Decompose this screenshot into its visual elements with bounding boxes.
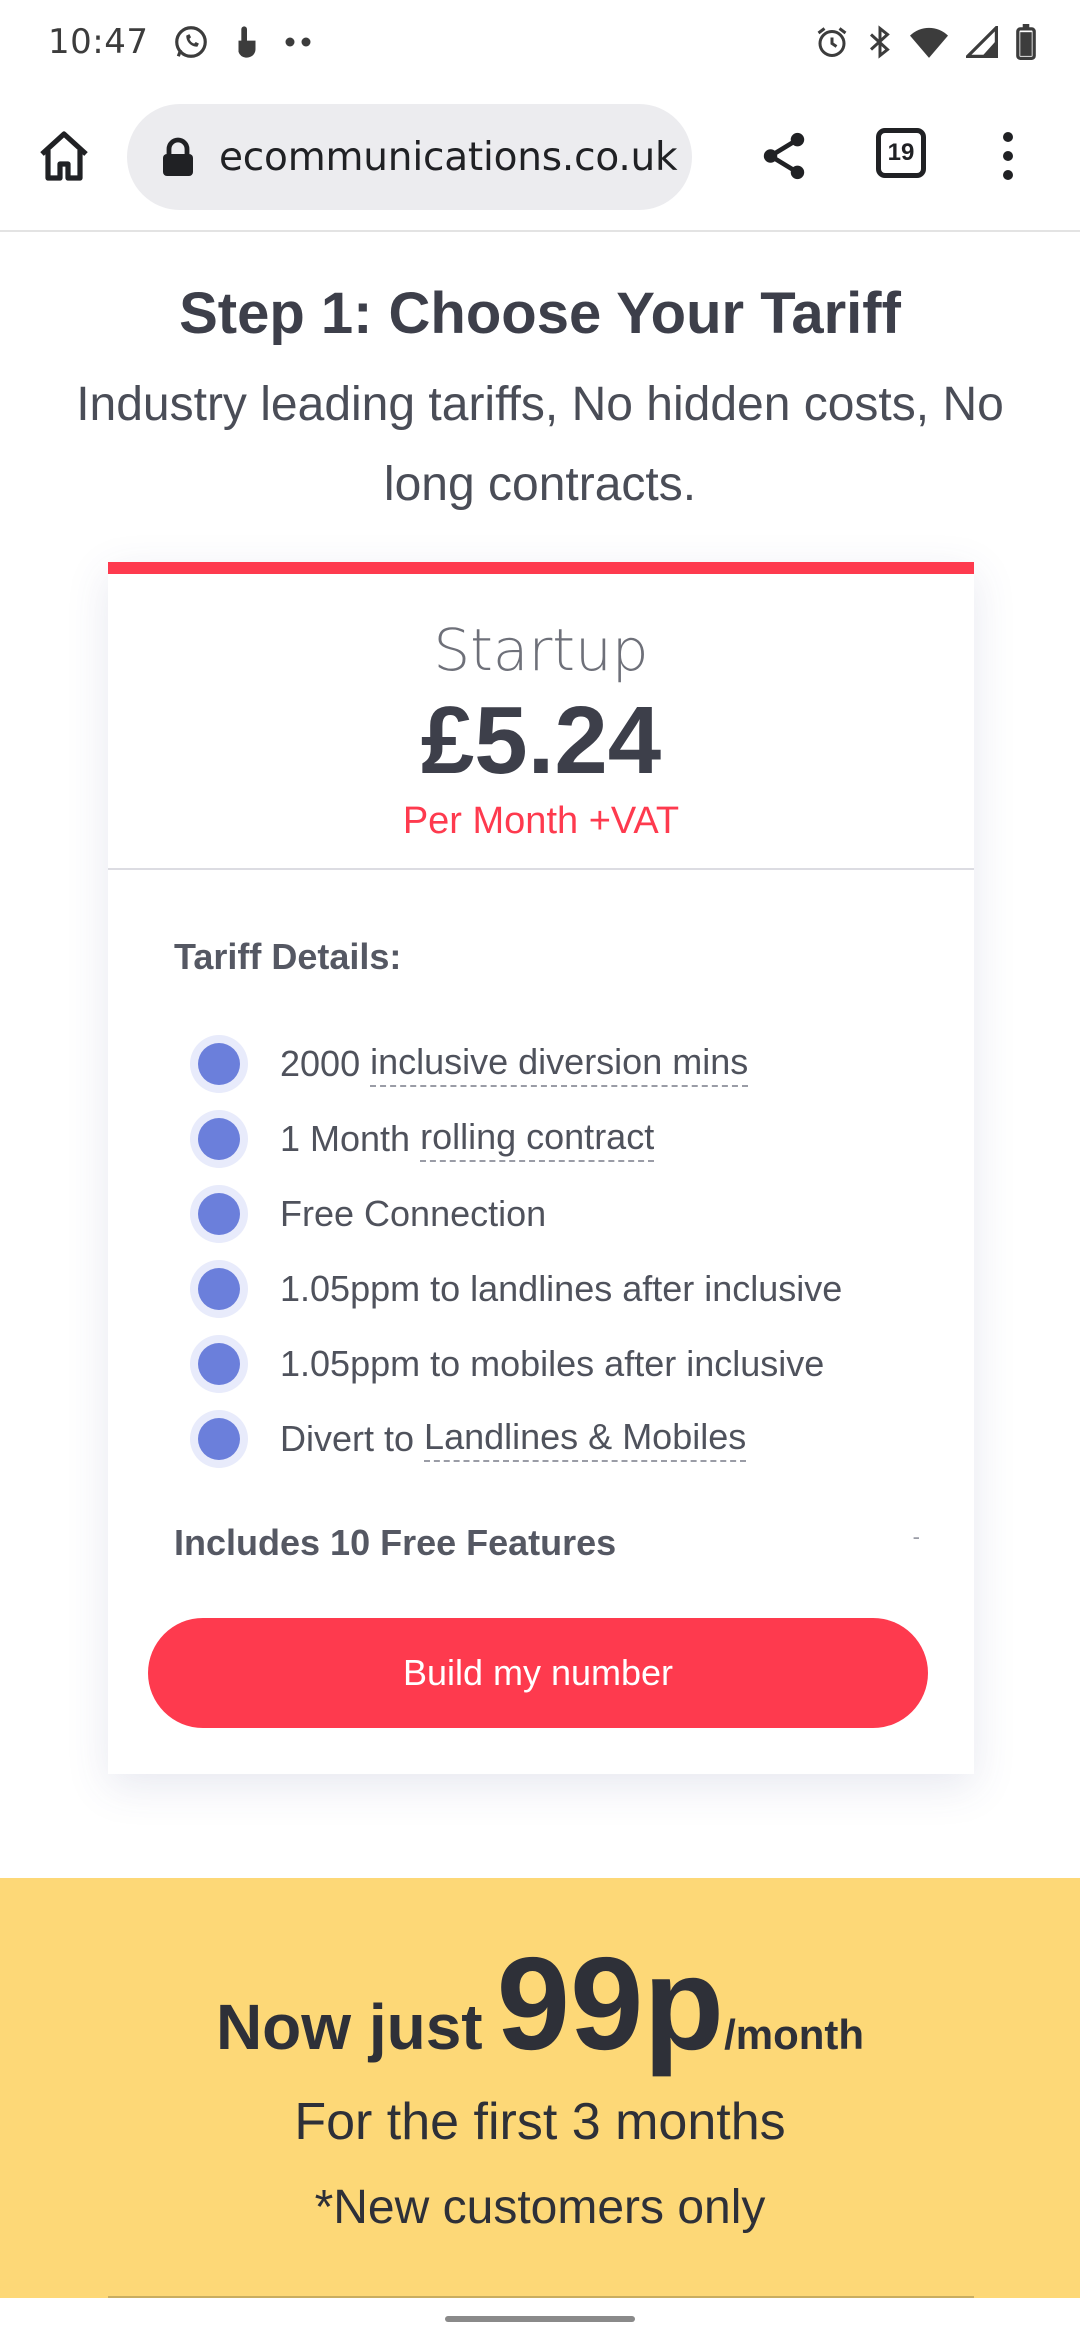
promo-headline: Now just 99p /month [0, 1928, 1080, 2077]
promo-price: 99p [496, 1930, 725, 2077]
bullet-icon [190, 1034, 248, 1093]
bullet-icon [190, 1334, 248, 1393]
home-button[interactable] [32, 124, 96, 188]
feature-list: 2000 inclusive diversion mins 1 Month ro… [190, 1026, 842, 1476]
tab-switcher-button[interactable]: 19 [876, 128, 926, 178]
signal-icon [966, 26, 998, 58]
feature-tooltip-link[interactable]: Landlines & Mobiles [424, 1416, 747, 1462]
tab-count: 19 [887, 139, 915, 166]
menu-dot [1003, 170, 1013, 180]
promo-prefix: Now just [215, 1991, 483, 2063]
status-time: 10:47 [48, 22, 149, 62]
feature-item: Divert to Landlines & Mobiles [190, 1401, 842, 1476]
tariff-details-label: Tariff Details: [174, 936, 402, 977]
share-button[interactable] [752, 124, 816, 188]
url-text: ecommunications.co.uk [219, 134, 678, 180]
feature-text: Divert to [280, 1417, 425, 1459]
feature-item: 1.05ppm to mobiles after inclusive [190, 1326, 842, 1401]
lock-icon [163, 137, 193, 176]
menu-dot [1003, 151, 1013, 161]
feature-text: 2000 [280, 1042, 371, 1084]
gesture-nav-handle[interactable] [445, 2316, 635, 2322]
collapse-icon[interactable]: - [913, 1524, 920, 1550]
touch-icon [230, 23, 264, 61]
step-subtitle: Industry leading tariffs, No hidden cost… [76, 378, 1004, 511]
bullet-icon [190, 1409, 248, 1468]
feature-item: Free Connection [190, 1176, 842, 1251]
plan-period: Per Month +VAT [402, 800, 680, 842]
bullet-icon [190, 1259, 248, 1318]
feature-text: 1.05ppm to landlines after inclusive [280, 1267, 843, 1309]
tariff-card: Startup £5.24 Per Month +VAT Tariff Deta… [108, 562, 974, 1774]
tariff-card-header: Startup £5.24 Per Month +VAT [108, 574, 974, 870]
status-bar: 10:47 [0, 0, 1080, 84]
bluetooth-icon [868, 24, 892, 60]
feature-text: 1.05ppm to mobiles after inclusive [280, 1342, 825, 1384]
free-features-toggle[interactable]: Includes 10 Free Features [174, 1522, 616, 1564]
feature-item: 1.05ppm to landlines after inclusive [190, 1251, 842, 1326]
divider [108, 2296, 974, 2298]
home-icon [40, 131, 88, 181]
feature-item: 1 Month rolling contract [190, 1101, 842, 1176]
menu-dot [1003, 132, 1013, 142]
promo-disclaimer: *New customers only [314, 2181, 766, 2234]
whatsapp-icon [172, 23, 210, 61]
wifi-icon [910, 26, 948, 58]
browser-toolbar: ecommunications.co.uk 19 [0, 84, 1080, 232]
battery-icon [1016, 24, 1036, 60]
promo-duration: For the first 3 months [294, 2093, 786, 2151]
feature-text: Free Connection [280, 1192, 547, 1234]
feature-tooltip-link[interactable]: rolling contract [420, 1116, 655, 1162]
more-dots-icon [284, 36, 312, 48]
feature-item: 2000 inclusive diversion mins [190, 1026, 842, 1101]
address-bar[interactable]: ecommunications.co.uk [127, 104, 692, 210]
bullet-icon [190, 1184, 248, 1243]
alarm-icon [814, 24, 850, 60]
promo-unit: /month [724, 2011, 865, 2058]
step-title: Step 1: Choose Your Tariff [179, 281, 901, 346]
feature-text: 1 Month [280, 1117, 421, 1159]
bullet-icon [190, 1109, 248, 1168]
plan-price: £5.24 [420, 687, 662, 794]
feature-tooltip-link[interactable]: inclusive diversion mins [370, 1041, 749, 1087]
share-icon [763, 132, 805, 180]
build-my-number-button[interactable]: Build my number [148, 1618, 928, 1728]
plan-name: Startup [433, 616, 649, 684]
browser-menu-button[interactable] [990, 124, 1026, 188]
promo-banner: Now just 99p /month For the first 3 mont… [0, 1878, 1080, 2298]
